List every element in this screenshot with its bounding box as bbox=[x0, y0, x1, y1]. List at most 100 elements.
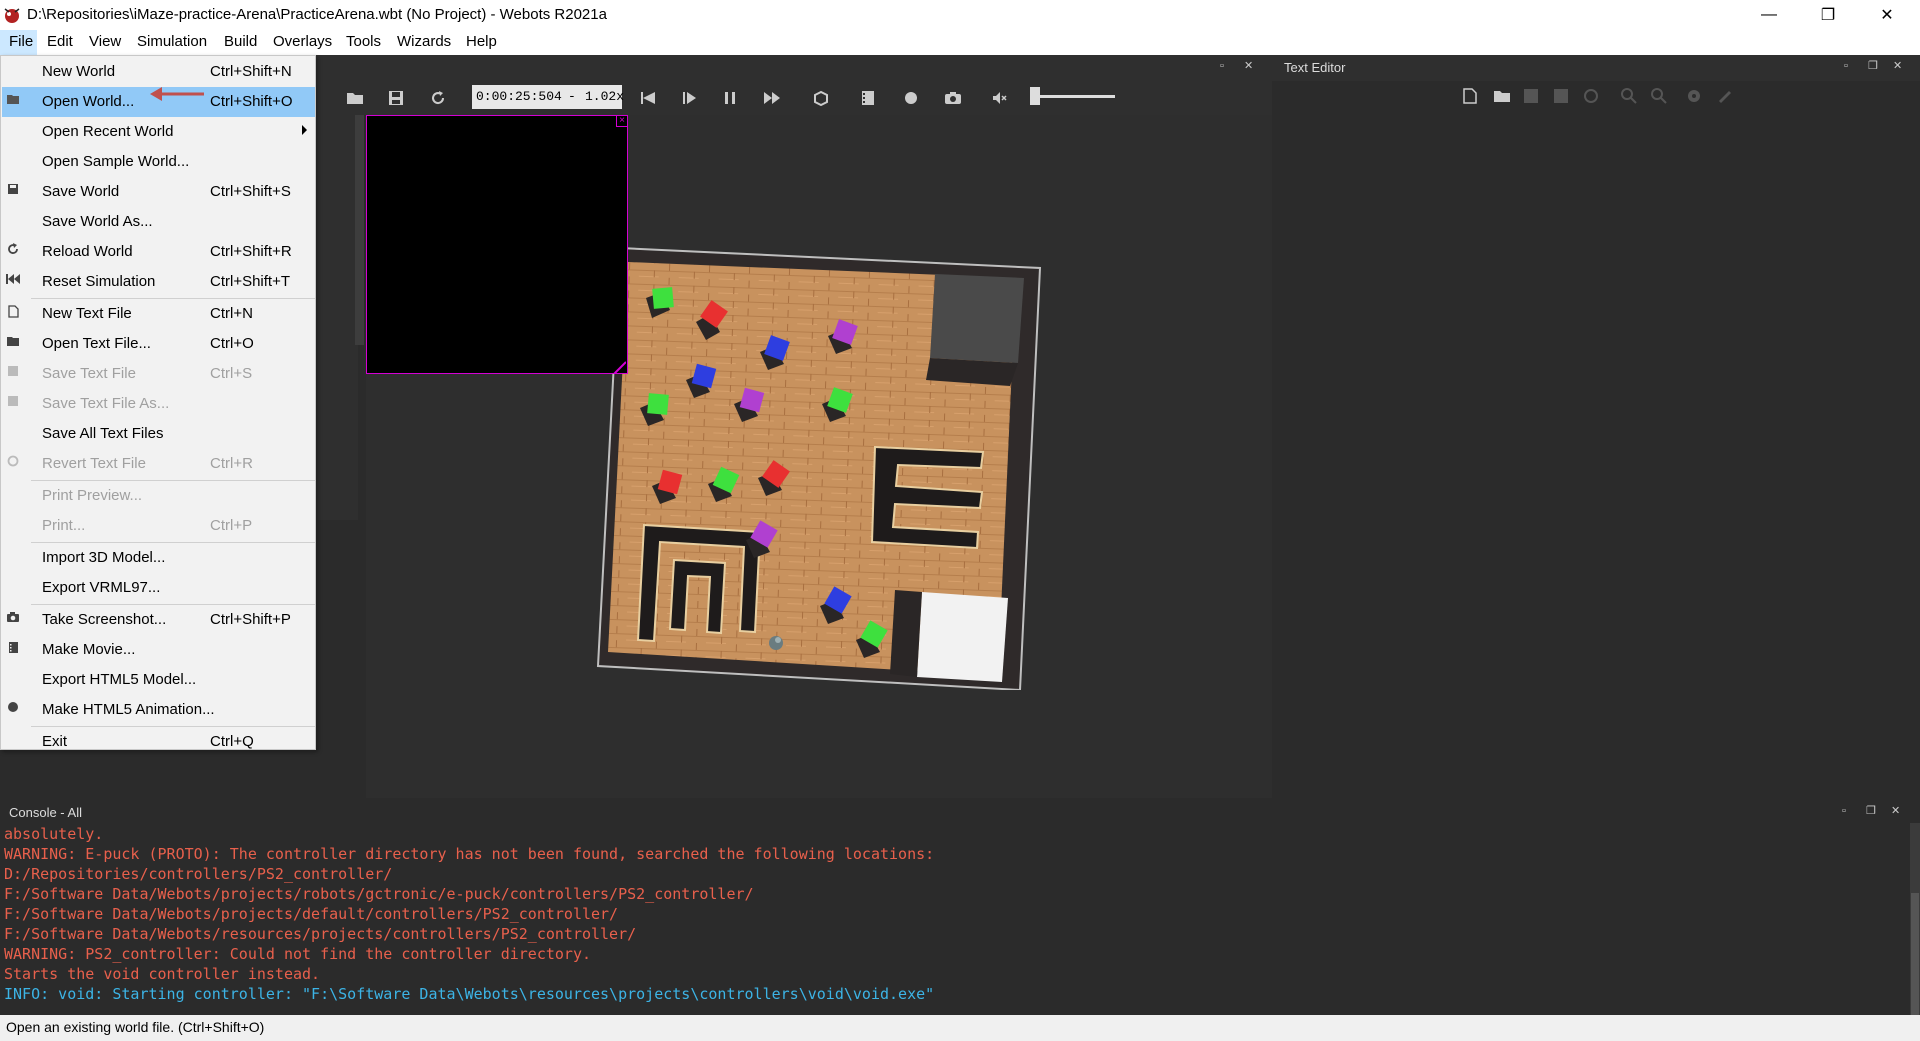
open-world-icon[interactable] bbox=[343, 86, 367, 110]
window-title: D:\Repositories\iMaze-practice-Arena\Pra… bbox=[27, 6, 607, 23]
menu-item-label: Take Screenshot... bbox=[42, 611, 167, 628]
menu-item-label: Revert Text File bbox=[42, 455, 146, 472]
fast-forward-icon[interactable] bbox=[760, 86, 784, 110]
console-scrollbar-thumb[interactable] bbox=[1911, 893, 1919, 1015]
menu-item-label: Print Preview... bbox=[42, 487, 143, 504]
reload-world-icon[interactable] bbox=[426, 86, 450, 110]
save-all-icon bbox=[1554, 89, 1568, 103]
replace-icon bbox=[1651, 88, 1667, 104]
movie-icon[interactable] bbox=[856, 86, 880, 110]
menu-item-shortcut: Ctrl+Shift+N bbox=[210, 63, 292, 80]
menu-item-new-world[interactable]: New World Ctrl+Shift+N bbox=[2, 57, 315, 87]
menu-item-save-text-file[interactable]: Save Text File Ctrl+S bbox=[2, 359, 315, 389]
menu-item-import-3d-model[interactable]: Import 3D Model... bbox=[2, 543, 315, 573]
step-icon[interactable] bbox=[677, 86, 701, 110]
overlay-close-icon[interactable]: × bbox=[616, 115, 628, 127]
menu-item-save-world-as[interactable]: Save World As... bbox=[2, 207, 315, 237]
menu-view[interactable]: View bbox=[89, 33, 121, 50]
restore-button[interactable]: ❐ bbox=[1799, 0, 1857, 30]
menu-item-label: Make HTML5 Animation... bbox=[42, 701, 215, 718]
mute-icon[interactable] bbox=[988, 86, 1012, 110]
menu-item-take-screenshot[interactable]: Take Screenshot... Ctrl+Shift+P bbox=[2, 605, 315, 635]
menu-help[interactable]: Help bbox=[466, 33, 497, 50]
menu-item-save-world[interactable]: Save World Ctrl+Shift+S bbox=[2, 177, 315, 207]
menu-item-reload-world[interactable]: Reload World Ctrl+Shift+R bbox=[2, 237, 315, 267]
menu-edit[interactable]: Edit bbox=[47, 33, 73, 50]
console-output[interactable]: absolutely. WARNING: E-puck (PROTO): The… bbox=[0, 823, 1910, 1015]
menu-item-print[interactable]: Print... Ctrl+P bbox=[2, 511, 315, 541]
text-editor-panel bbox=[1272, 55, 1920, 800]
open-file-icon[interactable] bbox=[1493, 89, 1511, 103]
arena-scene[interactable] bbox=[590, 240, 1050, 690]
e-puck-robot bbox=[769, 636, 783, 650]
console-close-icon[interactable]: ✕ bbox=[1891, 804, 1900, 817]
menu-item-print-preview[interactable]: Print Preview... bbox=[2, 481, 315, 511]
revert-icon bbox=[1584, 89, 1598, 103]
console-title: Console - All bbox=[9, 805, 82, 820]
revert-icon bbox=[5, 455, 21, 471]
menu-simulation[interactable]: Simulation bbox=[137, 33, 207, 50]
minimize-button[interactable]: — bbox=[1740, 0, 1798, 30]
menu-item-label: Save Text File As... bbox=[42, 395, 170, 412]
close-icon: ✕ bbox=[1880, 7, 1894, 24]
volume-slider-track[interactable] bbox=[1030, 95, 1115, 98]
save-world-icon[interactable] bbox=[384, 86, 408, 110]
clean-icon bbox=[1719, 91, 1731, 103]
menu-item-open-recent-world[interactable]: Open Recent World bbox=[2, 117, 315, 147]
menu-build[interactable]: Build bbox=[224, 33, 257, 50]
pause-icon[interactable] bbox=[718, 86, 742, 110]
view-mode-icon[interactable] bbox=[809, 86, 833, 110]
menu-item-export-html5-model[interactable]: Export HTML5 Model... bbox=[2, 665, 315, 695]
menu-item-shortcut: Ctrl+Q bbox=[210, 733, 254, 750]
menu-item-make-movie[interactable]: Make Movie... bbox=[2, 635, 315, 665]
obstacle-dark-box bbox=[930, 274, 1024, 363]
overlay-resize-handle-icon[interactable] bbox=[612, 360, 626, 374]
menu-item-revert-text-file[interactable]: Revert Text File Ctrl+R bbox=[2, 449, 315, 479]
menu-item-make-html5-animation[interactable]: Make HTML5 Animation... bbox=[2, 695, 315, 725]
view-header: ▫ ✕ bbox=[358, 55, 1272, 81]
console-line: INFO: void: Starting controller: "F:\Sof… bbox=[4, 985, 935, 1003]
menu-item-label: Export HTML5 Model... bbox=[42, 671, 197, 688]
folder-icon bbox=[5, 335, 21, 351]
close-button[interactable]: ✕ bbox=[1858, 0, 1916, 30]
menu-item-label: New Text File bbox=[42, 305, 132, 322]
menu-item-save-text-file-as[interactable]: Save Text File As... bbox=[2, 389, 315, 419]
reload-icon bbox=[5, 243, 21, 259]
menu-wizards[interactable]: Wizards bbox=[397, 33, 451, 50]
menu-item-label: Import 3D Model... bbox=[42, 549, 166, 566]
editor-restore-icon[interactable]: ❐ bbox=[1868, 59, 1878, 72]
menu-file[interactable]: File bbox=[9, 33, 33, 50]
menu-item-new-text-file[interactable]: New Text File Ctrl+N bbox=[2, 299, 315, 329]
record-icon[interactable] bbox=[899, 86, 923, 110]
menu-tools[interactable]: Tools bbox=[346, 33, 381, 50]
menu-item-label: Print... bbox=[42, 517, 86, 534]
menu-overlays[interactable]: Overlays bbox=[273, 33, 332, 50]
float-panel-icon[interactable]: ▫ bbox=[1220, 60, 1224, 72]
editor-float-icon[interactable]: ▫ bbox=[1844, 60, 1848, 72]
console-restore-icon[interactable]: ❐ bbox=[1866, 804, 1876, 817]
close-panel-icon[interactable]: ✕ bbox=[1244, 59, 1253, 72]
camera-icon[interactable] bbox=[941, 86, 965, 110]
console-float-icon[interactable]: ▫ bbox=[1842, 805, 1846, 817]
menu-item-open-sample-world[interactable]: Open Sample World... bbox=[2, 147, 315, 177]
menu-item-label: Open World... bbox=[42, 93, 135, 110]
step-back-icon[interactable] bbox=[636, 86, 660, 110]
menu-item-open-text-file[interactable]: Open Text File... Ctrl+O bbox=[2, 329, 315, 359]
editor-close-icon[interactable]: ✕ bbox=[1893, 59, 1902, 72]
menu-item-exit[interactable]: Exit Ctrl+Q bbox=[2, 727, 315, 757]
menu-item-shortcut: Ctrl+Shift+T bbox=[210, 273, 291, 290]
menu-item-label: Exit bbox=[42, 733, 68, 750]
file-menu: New World Ctrl+Shift+N Open World... Ctr… bbox=[0, 55, 316, 750]
restore-icon: ❐ bbox=[1820, 7, 1836, 24]
camera-overlay[interactable] bbox=[366, 115, 628, 374]
menu-item-shortcut: Ctrl+P bbox=[210, 517, 253, 534]
menu-item-save-all-text-files[interactable]: Save All Text Files bbox=[2, 419, 315, 449]
menu-item-export-vrml97[interactable]: Export VRML97... bbox=[2, 573, 315, 603]
menu-item-label: Reset Simulation bbox=[42, 273, 156, 290]
volume-slider-handle[interactable] bbox=[1030, 87, 1040, 105]
new-file-icon[interactable] bbox=[1463, 88, 1477, 104]
menu-item-shortcut: Ctrl+Shift+O bbox=[210, 93, 293, 110]
scene-tree-scrollbar[interactable] bbox=[355, 115, 364, 345]
menu-item-reset-simulation[interactable]: Reset Simulation Ctrl+Shift+T bbox=[2, 267, 315, 297]
status-text: Open an existing world file. (Ctrl+Shift… bbox=[6, 1019, 265, 1035]
